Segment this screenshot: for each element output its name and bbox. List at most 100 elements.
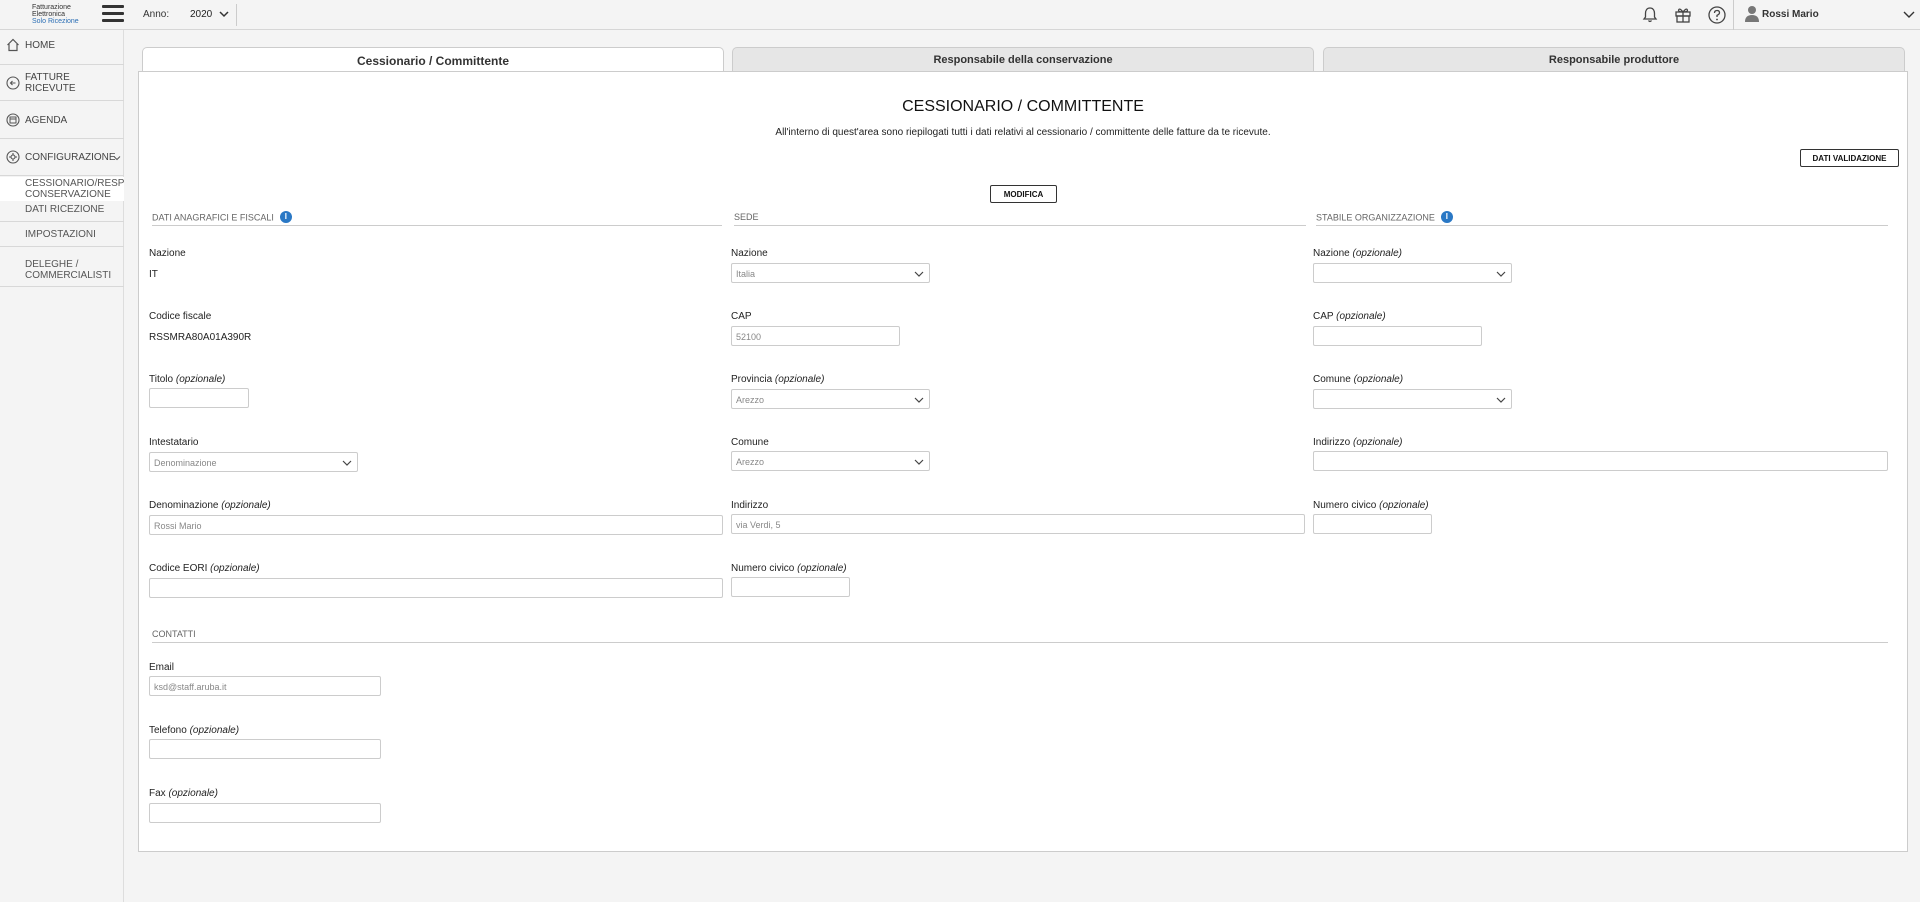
sidebar: HOME FATTURE RICEVUTE AGENDA CONFIGURAZI… [0, 30, 124, 902]
stabile-civico-input[interactable] [1313, 514, 1432, 534]
email-value: ksd@staff.aruba.it [154, 682, 227, 692]
gift-icon[interactable] [1673, 5, 1693, 25]
sidebar-item-label: AGENDA [25, 115, 68, 126]
arrow-left-circle-icon [6, 76, 20, 90]
field-label-text: Numero civico [731, 563, 795, 574]
optional-tag: (opzionale) [1379, 500, 1429, 511]
app-logo[interactable]: Fatturazione Elettronica Solo Ricezione [32, 4, 88, 25]
info-icon[interactable]: i [1440, 211, 1453, 223]
optional-tag: (opzionale) [774, 374, 825, 385]
page-description: All'interno di quest'area sono riepiloga… [775, 127, 1271, 138]
field-label-text: Codice EORI [149, 563, 208, 574]
year-select[interactable]: 2020 [182, 4, 237, 26]
sede-indirizzo-label: Indirizzo [731, 500, 769, 511]
field-label-text: Denominazione [149, 500, 219, 511]
email-label: Email [149, 662, 175, 673]
stabile-indirizzo-input[interactable] [1313, 451, 1888, 471]
stabile-comune-label: Comune (opzionale) [1313, 374, 1403, 385]
sede-nazione-label: Nazione [731, 248, 768, 259]
titolo-input[interactable] [149, 388, 249, 408]
field-label-text: Numero civico [1313, 500, 1377, 511]
bell-icon[interactable] [1640, 5, 1660, 25]
section-title: DATI ANAGRAFICI E FISCALI [152, 212, 274, 223]
divider [0, 64, 124, 65]
section-title: STABILE ORGANIZZAZIONE [1316, 212, 1435, 223]
chevron-down-icon [1903, 11, 1915, 18]
divider [0, 100, 124, 101]
chevron-down-icon [914, 271, 924, 277]
user-menu[interactable]: Rossi Mario [1733, 0, 1920, 30]
stabile-cap-input[interactable] [1313, 326, 1482, 346]
sede-cap-value: 52100 [736, 332, 762, 342]
titolo-label: Titolo (opzionale) [149, 374, 225, 385]
page-title: CESSIONARIO / COMMITTENTE [902, 98, 1144, 115]
tab-responsabile-produttore[interactable]: Responsabile produttore [1323, 47, 1905, 71]
menu-toggle-icon[interactable] [102, 5, 124, 23]
dati-validazione-button[interactable]: DATI VALIDAZIONE [1800, 149, 1899, 167]
sede-comune-label: Comune [731, 437, 769, 448]
sidebar-subitem-deleghe[interactable]: DELEGHE / COMMERCIALISTI [0, 259, 124, 283]
stabile-civico-label: Numero civico (opzionale) [1313, 500, 1429, 511]
nazione-label: Nazione [149, 248, 186, 259]
section-title: SEDE [734, 212, 759, 222]
info-icon[interactable]: i [279, 211, 292, 223]
email-input[interactable]: ksd@staff.aruba.it [149, 676, 381, 696]
optional-tag: (opzionale) [168, 788, 218, 799]
sidebar-subitem-label: CESSIONARIO/RESP CONSERVAZIONE [25, 178, 125, 200]
sidebar-subitem-dati-ricezione[interactable]: DATI RICEZIONE [0, 202, 124, 218]
chevron-down-icon [1496, 271, 1506, 277]
divider [0, 221, 124, 222]
sidebar-item-fatture-ricevute[interactable]: FATTURE RICEVUTE [0, 70, 124, 98]
fax-input[interactable] [149, 803, 381, 823]
sidebar-subitem-impostazioni[interactable]: IMPOSTAZIONI [0, 227, 124, 243]
user-name: Rossi Mario [1762, 9, 1819, 20]
sidebar-item-home[interactable]: HOME [0, 38, 124, 56]
chevron-down-icon [1496, 397, 1506, 403]
field-label-text: Fax [149, 788, 166, 799]
sede-indirizzo-value: via Verdi, 5 [736, 520, 781, 530]
tab-responsabile-conservazione[interactable]: Responsabile della conservazione [732, 47, 1314, 71]
field-label-text: Nazione [1313, 248, 1350, 259]
sidebar-item-label: CONFIGURAZIONE [25, 152, 116, 163]
chevron-down-icon [219, 11, 229, 18]
sede-indirizzo-input[interactable]: via Verdi, 5 [731, 514, 1305, 534]
section-header-stabile: STABILE ORGANIZZAZIONE i [1316, 211, 1888, 226]
optional-tag: (opzionale) [1352, 248, 1402, 259]
codice-eori-input[interactable] [149, 578, 723, 598]
stabile-comune-select[interactable] [1313, 389, 1512, 409]
stabile-nazione-select[interactable] [1313, 263, 1512, 283]
sede-civico-input[interactable] [731, 577, 850, 597]
chevron-down-icon [113, 156, 121, 161]
field-label-text: Indirizzo [1313, 437, 1351, 448]
section-header-anagrafici: DATI ANAGRAFICI E FISCALI i [152, 211, 722, 226]
sede-cap-input[interactable]: 52100 [731, 326, 900, 346]
year-label: Anno: [143, 9, 170, 20]
help-icon[interactable] [1707, 5, 1727, 25]
denominazione-input[interactable]: Rossi Mario [149, 515, 723, 535]
sidebar-item-configurazione[interactable]: CONFIGURAZIONE [0, 150, 124, 168]
sede-provincia-select[interactable]: Arezzo [731, 389, 930, 409]
sede-nazione-select[interactable]: Italia [731, 263, 930, 283]
sede-comune-select[interactable]: Arezzo [731, 451, 930, 471]
intestatario-select[interactable]: Denominazione [149, 452, 358, 472]
sidebar-item-agenda[interactable]: AGENDA [0, 113, 124, 131]
telefono-input[interactable] [149, 739, 381, 759]
sede-comune-value: Arezzo [736, 457, 765, 467]
top-bar: Fatturazione Elettronica Solo Ricezione … [0, 0, 1920, 30]
sidebar-subitem-cessionario[interactable]: CESSIONARIO/RESP CONSERVAZIONE [0, 177, 124, 201]
chevron-down-icon [914, 459, 924, 465]
nazione-value: IT [149, 269, 158, 280]
sidebar-item-label: FATTURE RICEVUTE [25, 72, 76, 94]
user-icon [1745, 6, 1759, 22]
denominazione-label: Denominazione (opzionale) [149, 500, 271, 511]
sidebar-subitem-label: DELEGHE / COMMERCIALISTI [25, 259, 112, 281]
logo-line-2: Elettronica [32, 11, 66, 18]
tab-cessionario-committente[interactable]: Cessionario / Committente [142, 47, 724, 71]
chevron-down-icon [342, 460, 352, 466]
intestatario-value: Denominazione [154, 458, 217, 468]
codice-fiscale-label: Codice fiscale [149, 311, 212, 322]
section-header-contatti: CONTATTI [152, 629, 1888, 643]
sede-nazione-value: Italia [736, 269, 756, 279]
sede-civico-label: Numero civico (opzionale) [731, 563, 847, 574]
modifica-button[interactable]: MODIFICA [990, 185, 1057, 203]
